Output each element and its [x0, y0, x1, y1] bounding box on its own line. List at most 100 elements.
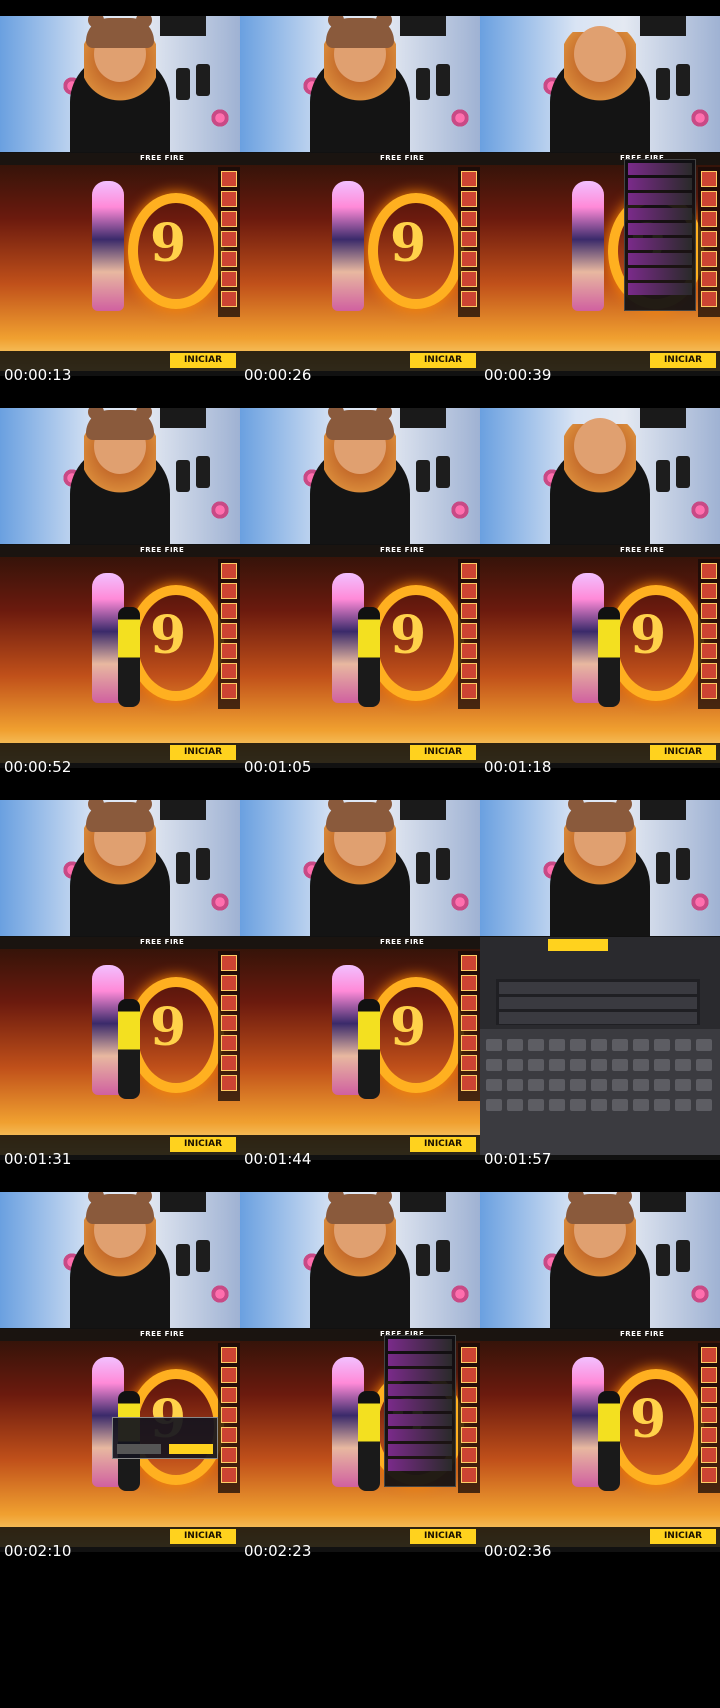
side-menu-icon[interactable]: [701, 231, 717, 247]
keyboard-key[interactable]: [570, 1059, 586, 1071]
keyboard-key[interactable]: [486, 1039, 502, 1051]
keyboard-key[interactable]: [675, 1079, 691, 1091]
side-menu-icon[interactable]: [461, 1015, 477, 1031]
side-menu-icon[interactable]: [461, 271, 477, 287]
side-menu-icon[interactable]: [221, 1367, 237, 1383]
start-button[interactable]: INICIAR: [650, 353, 716, 368]
keyboard-key[interactable]: [612, 1039, 628, 1051]
friend-entry[interactable]: [628, 238, 692, 250]
side-menu-icon[interactable]: [461, 211, 477, 227]
friend-row[interactable]: [499, 997, 697, 1009]
side-menu-icon[interactable]: [701, 1447, 717, 1463]
keyboard-key[interactable]: [696, 1099, 712, 1111]
side-menu-icon[interactable]: [221, 1055, 237, 1071]
friend-entry[interactable]: [628, 283, 692, 295]
start-button[interactable]: INICIAR: [170, 353, 236, 368]
friend-row[interactable]: [499, 982, 697, 994]
friend-row[interactable]: [499, 1012, 697, 1024]
friend-entry[interactable]: [388, 1399, 452, 1411]
side-menu-icon[interactable]: [701, 1387, 717, 1403]
friend-entry[interactable]: [628, 163, 692, 175]
side-menu-icon[interactable]: [221, 563, 237, 579]
side-menu-icon[interactable]: [701, 171, 717, 187]
video-thumbnail[interactable]: FREE FIRE9INICIAR: [480, 408, 720, 768]
video-thumbnail[interactable]: FREE FIRE9INICIAR: [0, 408, 240, 768]
side-menu-icon[interactable]: [461, 291, 477, 307]
keyboard-key[interactable]: [696, 1079, 712, 1091]
friend-entry[interactable]: [628, 268, 692, 280]
side-menu-icon[interactable]: [461, 191, 477, 207]
side-menu-icon[interactable]: [701, 251, 717, 267]
start-button[interactable]: INICIAR: [650, 1529, 716, 1544]
video-thumbnail[interactable]: FREE FIRE9INICIAR: [0, 1192, 240, 1552]
side-menu-icon[interactable]: [221, 975, 237, 991]
video-thumbnail[interactable]: FREE FIRE9INICIAR: [0, 16, 240, 376]
side-menu-icon[interactable]: [221, 955, 237, 971]
side-menu-icon[interactable]: [221, 231, 237, 247]
friend-entry[interactable]: [388, 1384, 452, 1396]
keyboard-key[interactable]: [675, 1099, 691, 1111]
side-menu-icon[interactable]: [221, 995, 237, 1011]
keyboard-key[interactable]: [633, 1059, 649, 1071]
side-menu-icon[interactable]: [461, 251, 477, 267]
keyboard-key[interactable]: [570, 1099, 586, 1111]
side-menu-icon[interactable]: [701, 1347, 717, 1363]
keyboard-key[interactable]: [486, 1099, 502, 1111]
side-menu-icon[interactable]: [461, 1075, 477, 1091]
side-menu-icon[interactable]: [701, 1407, 717, 1423]
keyboard-key[interactable]: [486, 1079, 502, 1091]
start-button[interactable]: INICIAR: [410, 353, 476, 368]
keyboard-key[interactable]: [612, 1079, 628, 1091]
friend-entry[interactable]: [628, 223, 692, 235]
keyboard-key[interactable]: [507, 1059, 523, 1071]
side-menu-icon[interactable]: [461, 1387, 477, 1403]
friend-entry[interactable]: [628, 193, 692, 205]
friend-entry[interactable]: [388, 1459, 452, 1471]
side-menu-icon[interactable]: [461, 1035, 477, 1051]
keyboard-key[interactable]: [633, 1079, 649, 1091]
video-thumbnail[interactable]: FREE FIRE9INICIAR: [0, 800, 240, 1160]
friend-entry[interactable]: [628, 178, 692, 190]
side-menu-icon[interactable]: [221, 603, 237, 619]
start-button[interactable]: INICIAR: [410, 745, 476, 760]
side-menu-icon[interactable]: [701, 603, 717, 619]
side-menu-icon[interactable]: [461, 1467, 477, 1483]
side-menu-icon[interactable]: [461, 171, 477, 187]
side-menu-icon[interactable]: [701, 683, 717, 699]
side-menu-icon[interactable]: [221, 291, 237, 307]
keyboard-key[interactable]: [612, 1099, 628, 1111]
keyboard-key[interactable]: [549, 1079, 565, 1091]
side-menu-icon[interactable]: [701, 563, 717, 579]
side-menu-icon[interactable]: [221, 623, 237, 639]
side-menu-icon[interactable]: [701, 663, 717, 679]
video-thumbnail[interactable]: FREE FIRE9INICIAR: [480, 1192, 720, 1552]
start-button[interactable]: INICIAR: [410, 1529, 476, 1544]
side-menu-icon[interactable]: [221, 191, 237, 207]
keyboard-key[interactable]: [591, 1079, 607, 1091]
keyboard-key[interactable]: [486, 1059, 502, 1071]
keyboard-key[interactable]: [696, 1059, 712, 1071]
keyboard-key[interactable]: [507, 1039, 523, 1051]
video-thumbnail[interactable]: FREE FIRE9INICIAR: [480, 16, 720, 376]
video-thumbnail[interactable]: FREE FIRE9INICIAR: [240, 16, 480, 376]
side-menu-icon[interactable]: [461, 1447, 477, 1463]
keyboard-key[interactable]: [528, 1099, 544, 1111]
side-menu-icon[interactable]: [701, 1367, 717, 1383]
friend-entry[interactable]: [388, 1369, 452, 1381]
keyboard-key[interactable]: [675, 1059, 691, 1071]
side-menu-icon[interactable]: [701, 1467, 717, 1483]
side-menu-icon[interactable]: [461, 1367, 477, 1383]
friend-entry[interactable]: [388, 1444, 452, 1456]
side-menu-icon[interactable]: [461, 643, 477, 659]
side-menu-icon[interactable]: [461, 1427, 477, 1443]
keyboard-key[interactable]: [570, 1079, 586, 1091]
side-menu-icon[interactable]: [221, 271, 237, 287]
keyboard-key[interactable]: [528, 1079, 544, 1091]
start-button[interactable]: INICIAR: [170, 1137, 236, 1152]
video-thumbnail[interactable]: [480, 800, 720, 1160]
side-menu-icon[interactable]: [221, 1447, 237, 1463]
friend-entry[interactable]: [388, 1339, 452, 1351]
keyboard-key[interactable]: [570, 1039, 586, 1051]
side-menu-icon[interactable]: [221, 1347, 237, 1363]
keyboard-key[interactable]: [549, 1099, 565, 1111]
